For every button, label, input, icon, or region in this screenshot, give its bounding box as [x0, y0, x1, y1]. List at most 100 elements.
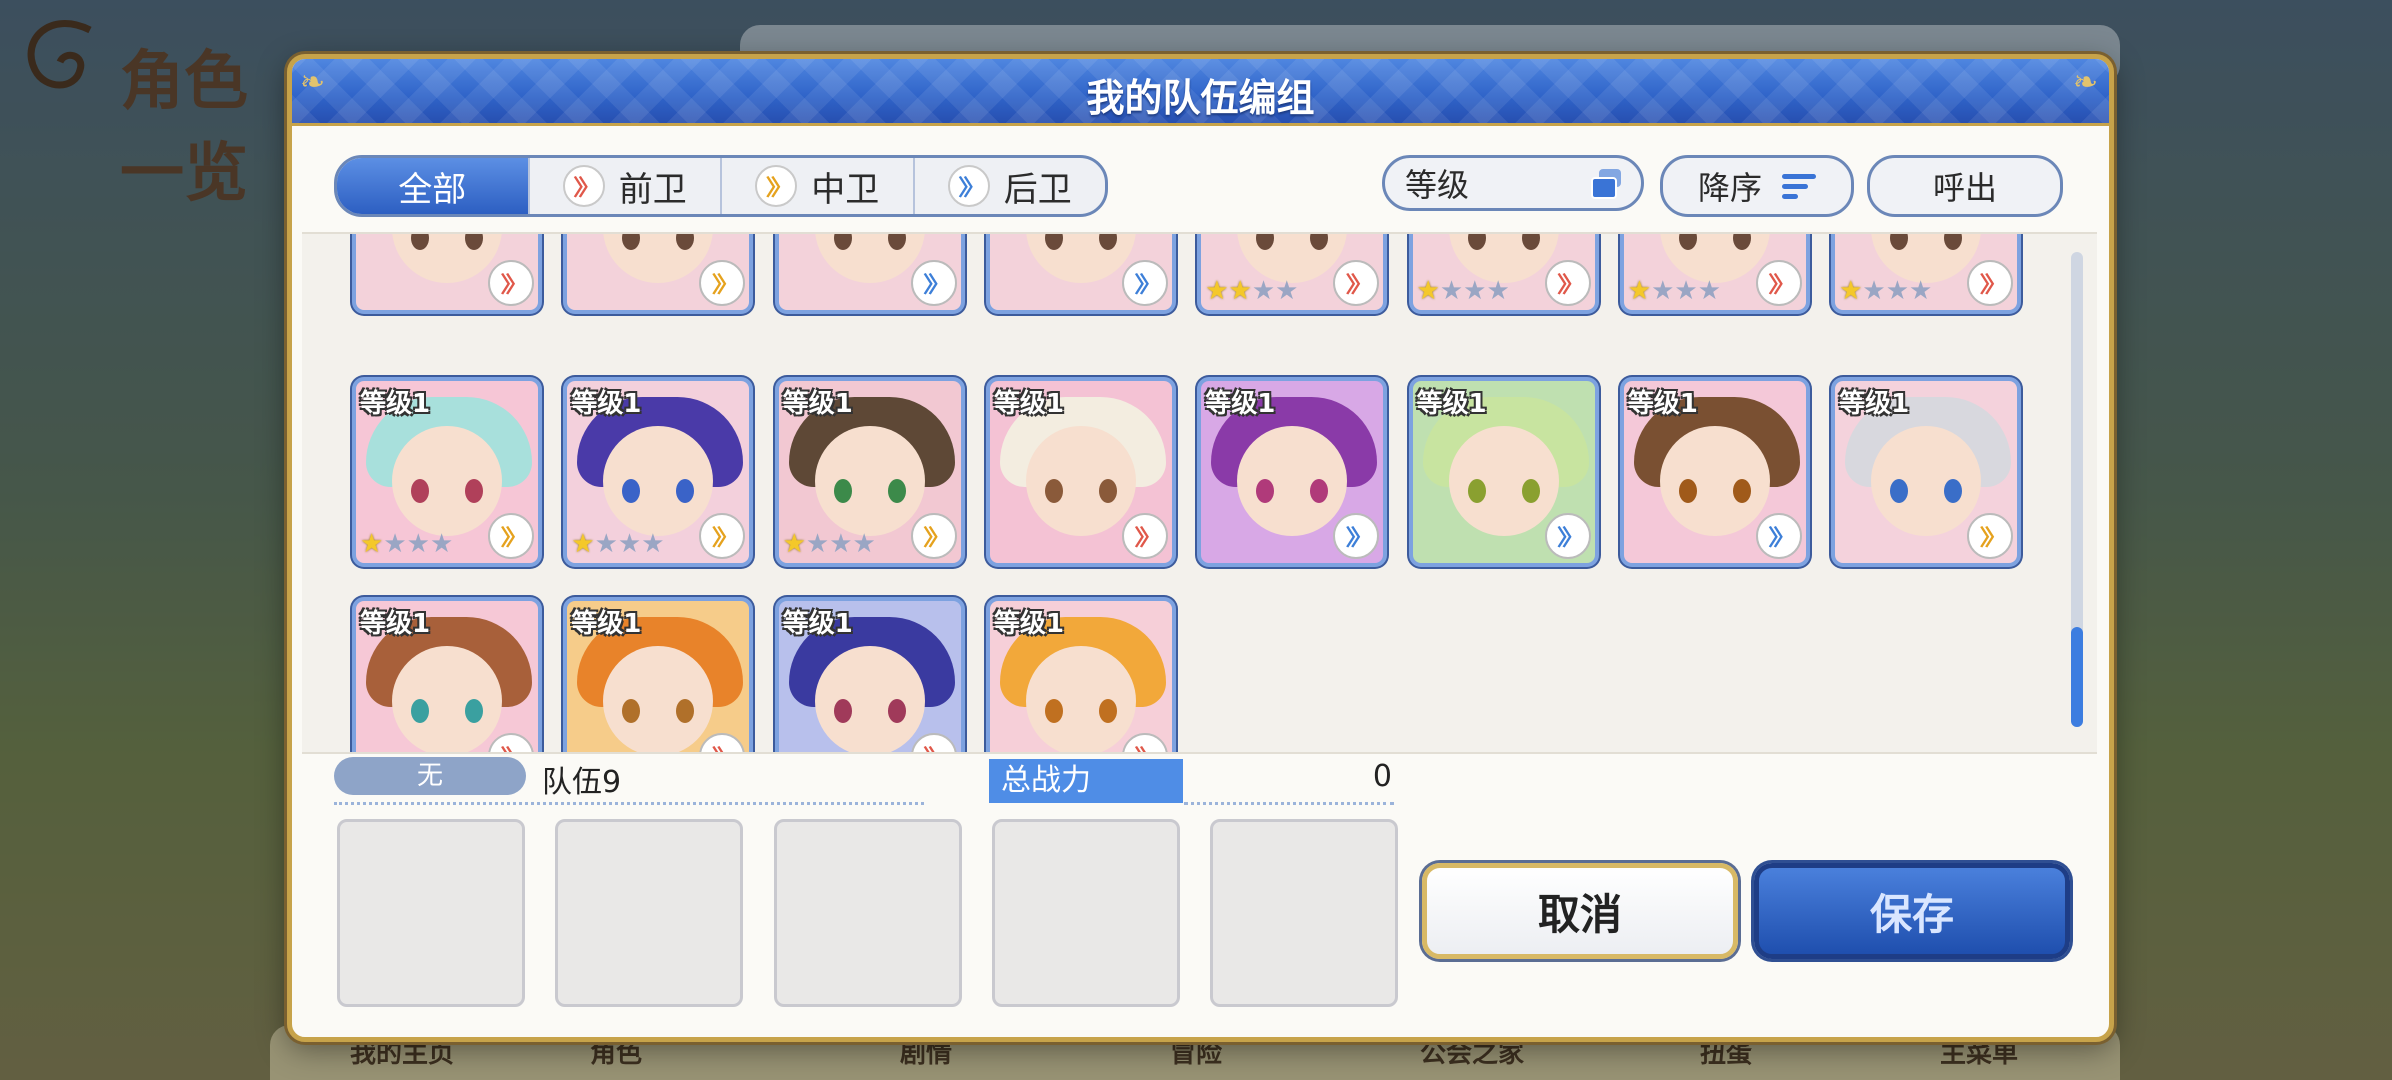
character-face: [1659, 426, 1770, 537]
character-card[interactable]: 〉〉: [985, 234, 1176, 314]
call-out-button[interactable]: 呼出: [1867, 155, 2063, 217]
character-face: [1025, 646, 1136, 752]
front-role-icon: 〉〉: [1121, 513, 1168, 559]
character-face: [814, 426, 925, 537]
character-card[interactable]: ★★★★ 〉〉: [1197, 234, 1388, 314]
character-card[interactable]: 等级1 〉〉: [1619, 377, 1810, 567]
tab-label: 后卫: [1003, 169, 1072, 210]
character-level: 等级1: [360, 609, 431, 639]
star-rating: ★★★★: [1416, 276, 1510, 306]
character-card[interactable]: 等级1 〉〉: [985, 377, 1176, 567]
character-eye: [1521, 479, 1540, 504]
character-card[interactable]: ★★★★ 〉〉: [1619, 234, 1810, 314]
divider: [334, 802, 924, 805]
character-face: [1871, 426, 1982, 537]
page-title: 角色一览: [120, 45, 248, 211]
character-eye: [1732, 479, 1751, 504]
middle-role-icon: 〉〉: [699, 513, 746, 559]
character-level: 等级1: [1205, 389, 1276, 419]
swirl-ornament-icon: [27, 20, 92, 89]
character-eye: [1044, 699, 1063, 724]
character-card[interactable]: 等级1 〉〉: [1408, 377, 1599, 567]
character-card[interactable]: 等级1 〉〉: [563, 597, 754, 752]
character-eye: [1678, 479, 1697, 504]
middle-role-icon: 〉〉: [699, 260, 746, 306]
character-face: [392, 646, 502, 752]
middle-role-icon: 〉〉: [1967, 513, 2014, 559]
divider: [1184, 802, 1394, 805]
character-level: 等级1: [993, 609, 1064, 639]
sort-options-icon: [1591, 169, 1623, 199]
character-card[interactable]: 等级1 ★★★★ 〉〉: [352, 377, 542, 567]
character-eye: [1467, 479, 1486, 504]
tab-label: 前卫: [618, 169, 687, 210]
total-power-label: 总战力: [989, 759, 1183, 803]
background-page-title: 角色一览: [10, 10, 310, 211]
tab-all[interactable]: 全部: [337, 158, 530, 214]
character-grid: 〉〉 〉〉 〉〉 〉〉 ★★★★ 〉〉 ★★★★ 〉〉 ★★★★ 〉〉 ★★★★ 〉〉 等级1 ★★★★ 〉…: [302, 232, 2097, 754]
character-card[interactable]: 等级1 〉〉: [774, 597, 965, 752]
character-card[interactable]: 等级1 〉〉: [1197, 377, 1388, 567]
character-card[interactable]: 等级1 〉〉: [1831, 377, 2022, 567]
cancel-button[interactable]: 取消: [1422, 863, 1738, 959]
character-eye: [1098, 699, 1117, 724]
star-rating: ★★★★: [1627, 276, 1722, 306]
team-slot-4[interactable]: [992, 819, 1180, 1007]
team-slot-1[interactable]: [337, 819, 525, 1007]
dialog-title: 我的队伍编组: [1086, 76, 1315, 120]
character-card[interactable]: ★★★★ 〉〉: [1831, 234, 2022, 314]
sort-order-label: 降序: [1697, 169, 1762, 207]
character-eye: [833, 699, 852, 724]
character-card[interactable]: ★★★★ 〉〉: [1408, 234, 1599, 314]
character-face: [814, 234, 925, 284]
star-rating: ★★★★: [360, 529, 454, 559]
back-role-icon: 〉〉: [910, 260, 957, 306]
tab-back[interactable]: 〉〉 后卫: [915, 158, 1106, 214]
save-button[interactable]: 保存: [1754, 863, 2070, 959]
front-role-icon: 〉〉: [1544, 260, 1591, 306]
team-edit-dialog: ❧ 我的队伍编组 ❧ 全部 〉〉 前卫 〉〉 中卫 〉〉 后卫 等级 降序 呼出: [287, 54, 2114, 1042]
tab-middle[interactable]: 〉〉 中卫: [722, 158, 915, 214]
grid-scrollbar[interactable]: [2071, 252, 2083, 727]
sort-descending-icon: [1782, 173, 1816, 199]
back-role-icon: 〉〉: [1544, 513, 1591, 559]
tab-label: 全部: [398, 169, 467, 210]
scrollbar-thumb[interactable]: [2071, 627, 2083, 727]
team-slot-3[interactable]: [774, 819, 962, 1007]
character-card[interactable]: 等级1 〉〉: [985, 597, 1176, 752]
back-role-icon: 〉〉: [1755, 513, 1802, 559]
back-role-icon: 〉〉: [947, 165, 990, 207]
team-slot-5[interactable]: [1210, 819, 1398, 1007]
character-face: [603, 646, 714, 752]
character-level: 等级1: [360, 389, 431, 419]
character-level: 等级1: [1839, 389, 1910, 419]
character-face: [1237, 426, 1348, 537]
middle-role-icon: 〉〉: [910, 513, 957, 559]
front-role-icon: 〉〉: [488, 733, 534, 752]
total-power-value: 0: [1372, 759, 1392, 794]
character-card[interactable]: 等级1 ★★★★ 〉〉: [774, 377, 965, 567]
character-card[interactable]: 等级1 〉〉: [352, 597, 542, 752]
tab-label: 中卫: [811, 169, 880, 210]
sort-order-button[interactable]: 降序: [1660, 155, 1854, 217]
front-role-icon: 〉〉: [562, 165, 605, 207]
character-card[interactable]: 〉〉: [774, 234, 965, 314]
sort-by-label: 等级: [1405, 166, 1470, 204]
character-card[interactable]: 等级1 ★★★★ 〉〉: [563, 377, 754, 567]
character-card[interactable]: 〉〉: [563, 234, 754, 314]
character-eye: [887, 699, 906, 724]
sort-by-button[interactable]: 等级: [1382, 155, 1644, 211]
character-level: 等级1: [1627, 389, 1698, 419]
front-role-icon: 〉〉: [1755, 260, 1802, 306]
front-role-icon: 〉〉: [910, 733, 957, 752]
character-face: [1448, 426, 1559, 537]
tab-front[interactable]: 〉〉 前卫: [530, 158, 722, 214]
character-card[interactable]: 〉〉: [352, 234, 542, 314]
character-face: [392, 234, 502, 284]
role-filter-tabs: 全部 〉〉 前卫 〉〉 中卫 〉〉 后卫: [334, 155, 1108, 217]
team-slot-2[interactable]: [555, 819, 743, 1007]
team-tag[interactable]: 无: [334, 757, 526, 795]
character-level: 等级1: [782, 389, 853, 419]
corner-ornament-icon: ❧: [2073, 65, 2099, 100]
character-level: 等级1: [571, 389, 642, 419]
